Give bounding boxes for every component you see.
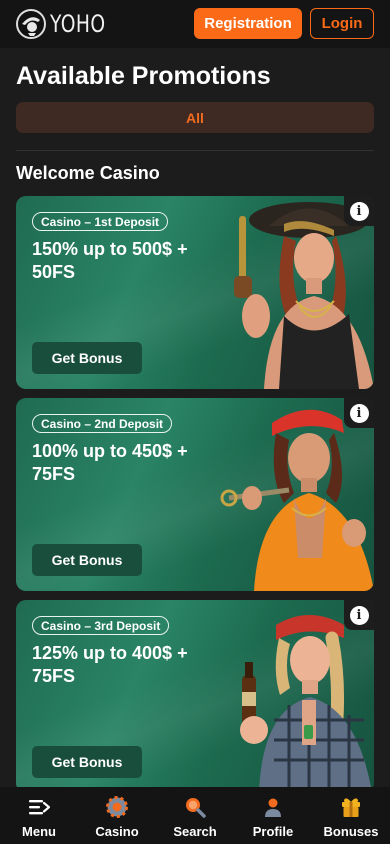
info-icon: i <box>349 403 369 423</box>
info-button[interactable]: i <box>344 398 374 428</box>
section-title: Welcome Casino <box>16 163 160 183</box>
deposit-badge: Casino – 1st Deposit <box>32 212 169 231</box>
top-header: YOHO Registration Login <box>0 0 390 48</box>
get-bonus-button[interactable]: Get Bonus <box>32 342 142 374</box>
divider <box>16 150 374 151</box>
info-button[interactable]: i <box>344 196 374 226</box>
promo-card-3rd-deposit[interactable]: Casino – 3rd Deposit 125% up to 400$ + 7… <box>16 600 374 793</box>
nav-label: Casino <box>95 824 139 839</box>
yoho-logo[interactable]: YOHO <box>16 8 121 40</box>
nav-label: Search <box>173 824 217 839</box>
pirate-logo-icon <box>16 9 46 39</box>
casino-chip-icon <box>105 795 129 819</box>
gift-icon <box>339 795 363 819</box>
get-bonus-button[interactable]: Get Bonus <box>32 746 142 778</box>
get-bonus-button[interactable]: Get Bonus <box>32 544 142 576</box>
nav-casino[interactable]: Casino <box>78 787 156 844</box>
bottom-nav: Menu Casino Search Profile Bonuses <box>0 787 390 844</box>
nav-label: Bonuses <box>323 824 379 839</box>
nav-bonuses[interactable]: Bonuses <box>312 787 390 844</box>
info-button[interactable]: i <box>344 600 374 630</box>
promo-card-1st-deposit[interactable]: Casino – 1st Deposit 150% up to 500$ + 5… <box>16 196 374 389</box>
registration-button[interactable]: Registration <box>194 8 302 39</box>
promo-card-2nd-deposit[interactable]: Casino – 2nd Deposit 100% up to 450$ + 7… <box>16 398 374 591</box>
deposit-badge: Casino – 3rd Deposit <box>32 616 170 635</box>
offer-text: 125% up to 400$ + 75FS <box>32 643 188 686</box>
deposit-badge: Casino – 2nd Deposit <box>32 414 173 433</box>
filter-all-tab[interactable]: All <box>16 102 374 133</box>
nav-search[interactable]: Search <box>156 787 234 844</box>
logo-text: YOHO <box>50 10 106 38</box>
login-button[interactable]: Login <box>310 8 374 39</box>
menu-icon <box>27 795 51 819</box>
nav-profile[interactable]: Profile <box>234 787 312 844</box>
nav-menu[interactable]: Menu <box>0 787 78 844</box>
offer-text: 150% up to 500$ + 50FS <box>32 239 188 282</box>
profile-icon <box>261 795 285 819</box>
nav-label: Profile <box>252 824 294 839</box>
info-icon: i <box>349 201 369 221</box>
page-title: Available Promotions <box>16 62 271 90</box>
info-icon: i <box>349 605 369 625</box>
nav-label: Menu <box>22 824 56 839</box>
search-icon <box>183 795 207 819</box>
offer-text: 100% up to 450$ + 75FS <box>32 441 188 484</box>
